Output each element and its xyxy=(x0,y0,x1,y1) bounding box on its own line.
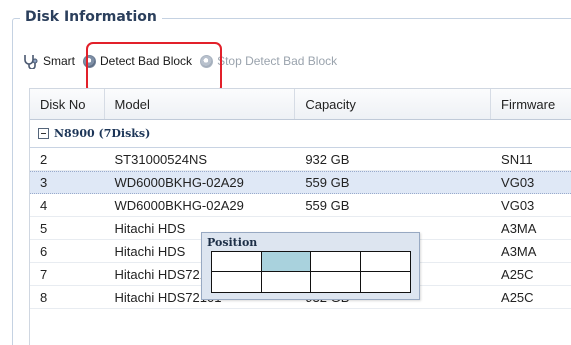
drive-bay-slot xyxy=(311,252,361,272)
drive-bay-slot xyxy=(311,272,361,292)
table-header: Disk No Model Capacity Firmware xyxy=(30,88,571,120)
stop-detect-bad-block-label: Stop Detect Bad Block xyxy=(217,54,338,68)
drive-bay-slot xyxy=(360,272,410,292)
cell-firmware: A25C xyxy=(501,266,534,282)
column-header-model[interactable]: Model xyxy=(105,89,296,119)
table-row[interactable]: 3 WD6000BKHG-02A29 559 GB VG03 xyxy=(30,171,571,194)
position-title: Position xyxy=(207,236,258,249)
cell-model: ST31000524NS xyxy=(114,151,208,167)
position-tooltip: Position xyxy=(201,232,420,300)
drive-bay-slot xyxy=(212,272,262,292)
drive-bay-slot xyxy=(360,252,410,272)
cell-disk-no: 5 xyxy=(40,220,48,236)
cell-model: WD6000BKHG-02A29 xyxy=(114,175,244,190)
smart-label: Smart xyxy=(43,54,76,68)
drive-bay-slot xyxy=(261,272,311,292)
cell-model: WD6000BKHG-02A29 xyxy=(114,197,244,213)
column-header-disk-no[interactable]: Disk No xyxy=(30,89,105,119)
table-row[interactable]: 2 ST31000524NS 932 GB SN11 xyxy=(30,148,571,171)
column-header-capacity[interactable]: Capacity xyxy=(295,89,492,119)
cell-firmware: VG03 xyxy=(501,197,535,213)
table-row[interactable]: 4 WD6000BKHG-02A29 559 GB VG03 xyxy=(30,194,571,217)
stethoscope-icon xyxy=(22,53,40,70)
cell-firmware: A25C xyxy=(501,289,534,305)
group-row[interactable]: N8900 (7Disks) xyxy=(30,120,571,148)
cell-firmware: A3MA xyxy=(501,220,537,236)
drive-bay-slot xyxy=(212,252,262,272)
collapse-icon[interactable] xyxy=(38,128,49,139)
cell-firmware: A3MA xyxy=(501,243,537,259)
panel-title: Disk Information xyxy=(20,9,162,25)
cell-disk-no: 3 xyxy=(40,175,48,190)
smart-button[interactable]: Smart xyxy=(22,50,75,72)
cell-disk-no: 4 xyxy=(40,197,48,213)
cell-disk-no: 7 xyxy=(40,266,48,282)
cell-capacity: 559 GB xyxy=(305,197,350,213)
cell-firmware: SN11 xyxy=(501,151,533,167)
cell-disk-no: 8 xyxy=(40,289,48,305)
cell-capacity: 559 GB xyxy=(305,175,350,190)
group-label: N8900 (7Disks) xyxy=(54,127,151,140)
drive-bay-slot-active xyxy=(261,252,311,272)
highlight-annotation xyxy=(86,42,222,94)
drive-bay-grid xyxy=(211,251,411,293)
disk-table: Disk No Model Capacity Firmware N8900 (7… xyxy=(29,88,571,345)
cell-disk-no: 2 xyxy=(40,151,48,167)
cell-capacity: 932 GB xyxy=(305,151,350,167)
cell-disk-no: 6 xyxy=(40,243,48,259)
column-header-firmware[interactable]: Firmware xyxy=(491,89,571,119)
cell-firmware: VG03 xyxy=(501,175,535,190)
